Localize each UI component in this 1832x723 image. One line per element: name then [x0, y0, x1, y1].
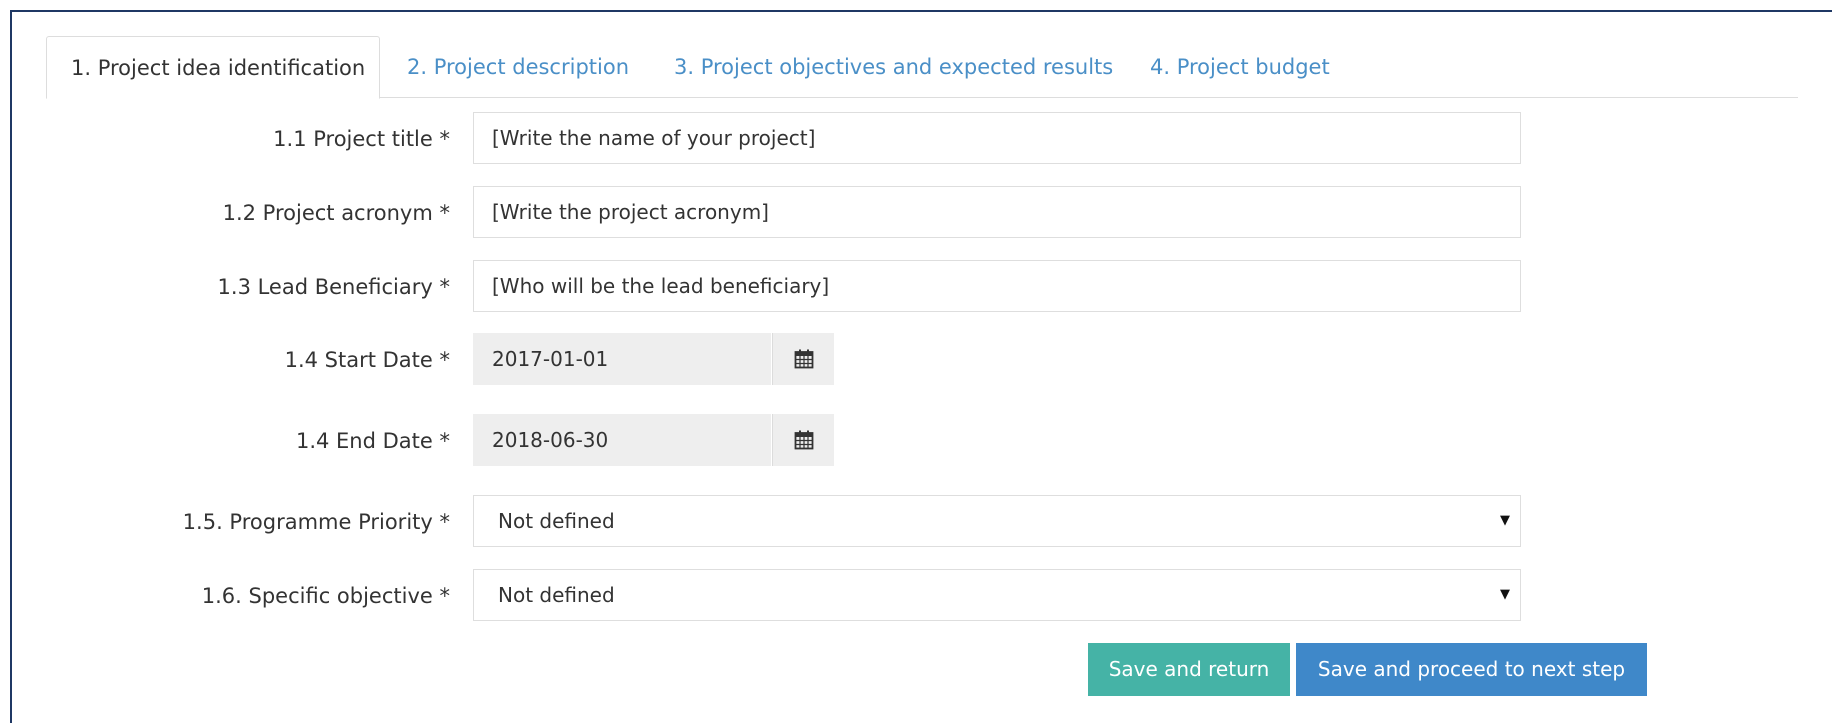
tab-project-objectives[interactable]: 3. Project objectives and expected resul… — [674, 36, 1113, 98]
calendar-icon — [794, 430, 813, 450]
tab-project-budget[interactable]: 4. Project budget — [1150, 36, 1330, 98]
tab-project-idea-identification[interactable]: 1. Project idea identification — [46, 36, 380, 99]
project-title-label: 1.1 Project title * — [273, 127, 450, 151]
start-date-input[interactable] — [473, 333, 772, 385]
save-and-proceed-button[interactable]: Save and proceed to next step — [1296, 643, 1647, 696]
end-date-label: 1.4 End Date * — [295, 429, 450, 453]
start-date-group — [473, 333, 834, 385]
lead-beneficiary-label: 1.3 Lead Beneficiary * — [217, 275, 450, 299]
calendar-icon — [794, 349, 813, 369]
project-acronym-label: 1.2 Project acronym * — [222, 201, 450, 225]
project-acronym-input[interactable] — [473, 186, 1521, 238]
programme-priority-select[interactable]: Not defined ▼ — [473, 495, 1521, 547]
tab-bar: 1. Project idea identification 2. Projec… — [46, 36, 1798, 99]
caret-down-icon: ▼ — [1500, 513, 1510, 528]
project-title-input[interactable] — [473, 112, 1521, 164]
start-date-picker-button[interactable] — [772, 333, 834, 385]
save-and-return-button[interactable]: Save and return — [1088, 643, 1290, 696]
specific-objective-value: Not defined — [498, 583, 615, 607]
end-date-group — [473, 414, 834, 466]
end-date-picker-button[interactable] — [772, 414, 834, 466]
end-date-input[interactable] — [473, 414, 772, 466]
programme-priority-value: Not defined — [498, 509, 615, 533]
specific-objective-label: 1.6. Specific objective * — [201, 584, 450, 608]
start-date-label: 1.4 Start Date * — [284, 348, 450, 372]
programme-priority-label: 1.5. Programme Priority * — [182, 510, 450, 534]
specific-objective-select[interactable]: Not defined ▼ — [473, 569, 1521, 621]
lead-beneficiary-input[interactable] — [473, 260, 1521, 312]
caret-down-icon: ▼ — [1500, 587, 1510, 602]
tab-project-description[interactable]: 2. Project description — [407, 36, 629, 98]
